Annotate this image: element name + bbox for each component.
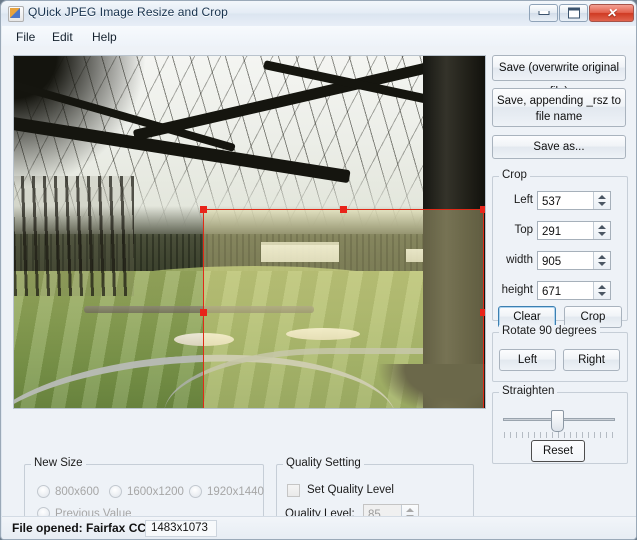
maximize-button[interactable] [559,4,588,22]
size-option-1600x1200-radio[interactable] [109,485,122,498]
new-size-group-title: New Size [31,457,86,469]
crop-left-spinner[interactable] [593,192,610,209]
window-title: QUick JPEG Image Resize and Crop [28,5,228,19]
close-button[interactable]: ✕ [589,4,634,22]
crop-left-field[interactable] [537,191,611,211]
save-as-button[interactable]: Save as... [492,135,626,159]
status-bar: File opened: Fairfax CC.JPG 1483x1073 [2,516,636,539]
straighten-reset-button[interactable]: Reset [531,440,585,462]
rotate-left-button[interactable]: Left [499,349,556,371]
straighten-group-title: Straighten [499,385,558,397]
crop-left-row: Left [493,191,627,211]
crop-selection-rectangle[interactable] [200,206,485,408]
window-controls: ✕ [529,4,634,22]
size-option-1600x1200-label: 1600x1200 [127,486,184,498]
maximize-icon [567,7,580,19]
right-panel: Save (overwrite original file) Save, app… [492,55,628,464]
image-preview-panel[interactable] [13,55,486,409]
rotate-group-title: Rotate 90 degrees [499,325,600,337]
save-append-rsz-button[interactable]: Save, appending _rsz to file name [492,88,626,127]
close-icon: ✕ [606,6,617,20]
crop-left-label: Left [513,194,533,206]
straighten-slider-ticks [504,432,616,438]
crop-handle-top-left[interactable] [200,206,207,213]
crop-top-field[interactable] [537,221,611,241]
crop-width-label: width [506,254,533,266]
straighten-group: Straighten Reset [492,385,628,464]
crop-width-row: width [493,251,627,271]
crop-width-spinner[interactable] [593,252,610,269]
client-area: Save (overwrite original file) Save, app… [2,46,636,539]
crop-top-row: Top [493,221,627,241]
size-option-1920x1440-radio[interactable] [189,485,202,498]
minimize-icon [538,11,549,15]
set-quality-level-label: Set Quality Level [307,484,394,496]
crop-height-row: height [493,281,627,301]
crop-height-spinner[interactable] [593,282,610,299]
app-window: QUick JPEG Image Resize and Crop ✕ File … [0,0,637,540]
crop-handle-middle-right[interactable] [480,308,485,316]
crop-group-title: Crop [499,169,530,181]
menu-item-file[interactable]: File [10,29,41,45]
status-dimensions: 1483x1073 [145,520,217,537]
crop-handle-top-center[interactable] [339,206,347,213]
size-option-800x600-label: 800x600 [55,486,100,498]
crop-group: Crop Left Top width [492,169,628,328]
menu-item-help[interactable]: Help [86,29,123,45]
menu-bar: File Edit Help [2,26,636,47]
crop-top-label: Top [514,224,533,236]
crop-height-label: height [501,284,533,296]
crop-handle-middle-left[interactable] [200,308,207,316]
crop-top-spinner[interactable] [593,222,610,239]
size-option-800x600-radio[interactable] [37,485,50,498]
crop-handle-top-right[interactable] [480,206,485,213]
set-quality-level-checkbox[interactable] [287,484,300,497]
size-option-1920x1440-label: 1920x1440 [207,486,264,498]
straighten-slider-thumb[interactable] [551,410,564,432]
menu-item-edit[interactable]: Edit [46,29,79,45]
app-icon [8,6,24,22]
title-bar: QUick JPEG Image Resize and Crop ✕ [1,1,636,26]
crop-height-field[interactable] [537,281,611,301]
crop-width-field[interactable] [537,251,611,271]
rotate-right-button[interactable]: Right [563,349,620,371]
save-overwrite-button[interactable]: Save (overwrite original file) [492,55,626,98]
minimize-button[interactable] [529,4,558,22]
quality-group-title: Quality Setting [283,457,364,469]
rotate-group: Rotate 90 degrees Left Right [492,325,628,382]
